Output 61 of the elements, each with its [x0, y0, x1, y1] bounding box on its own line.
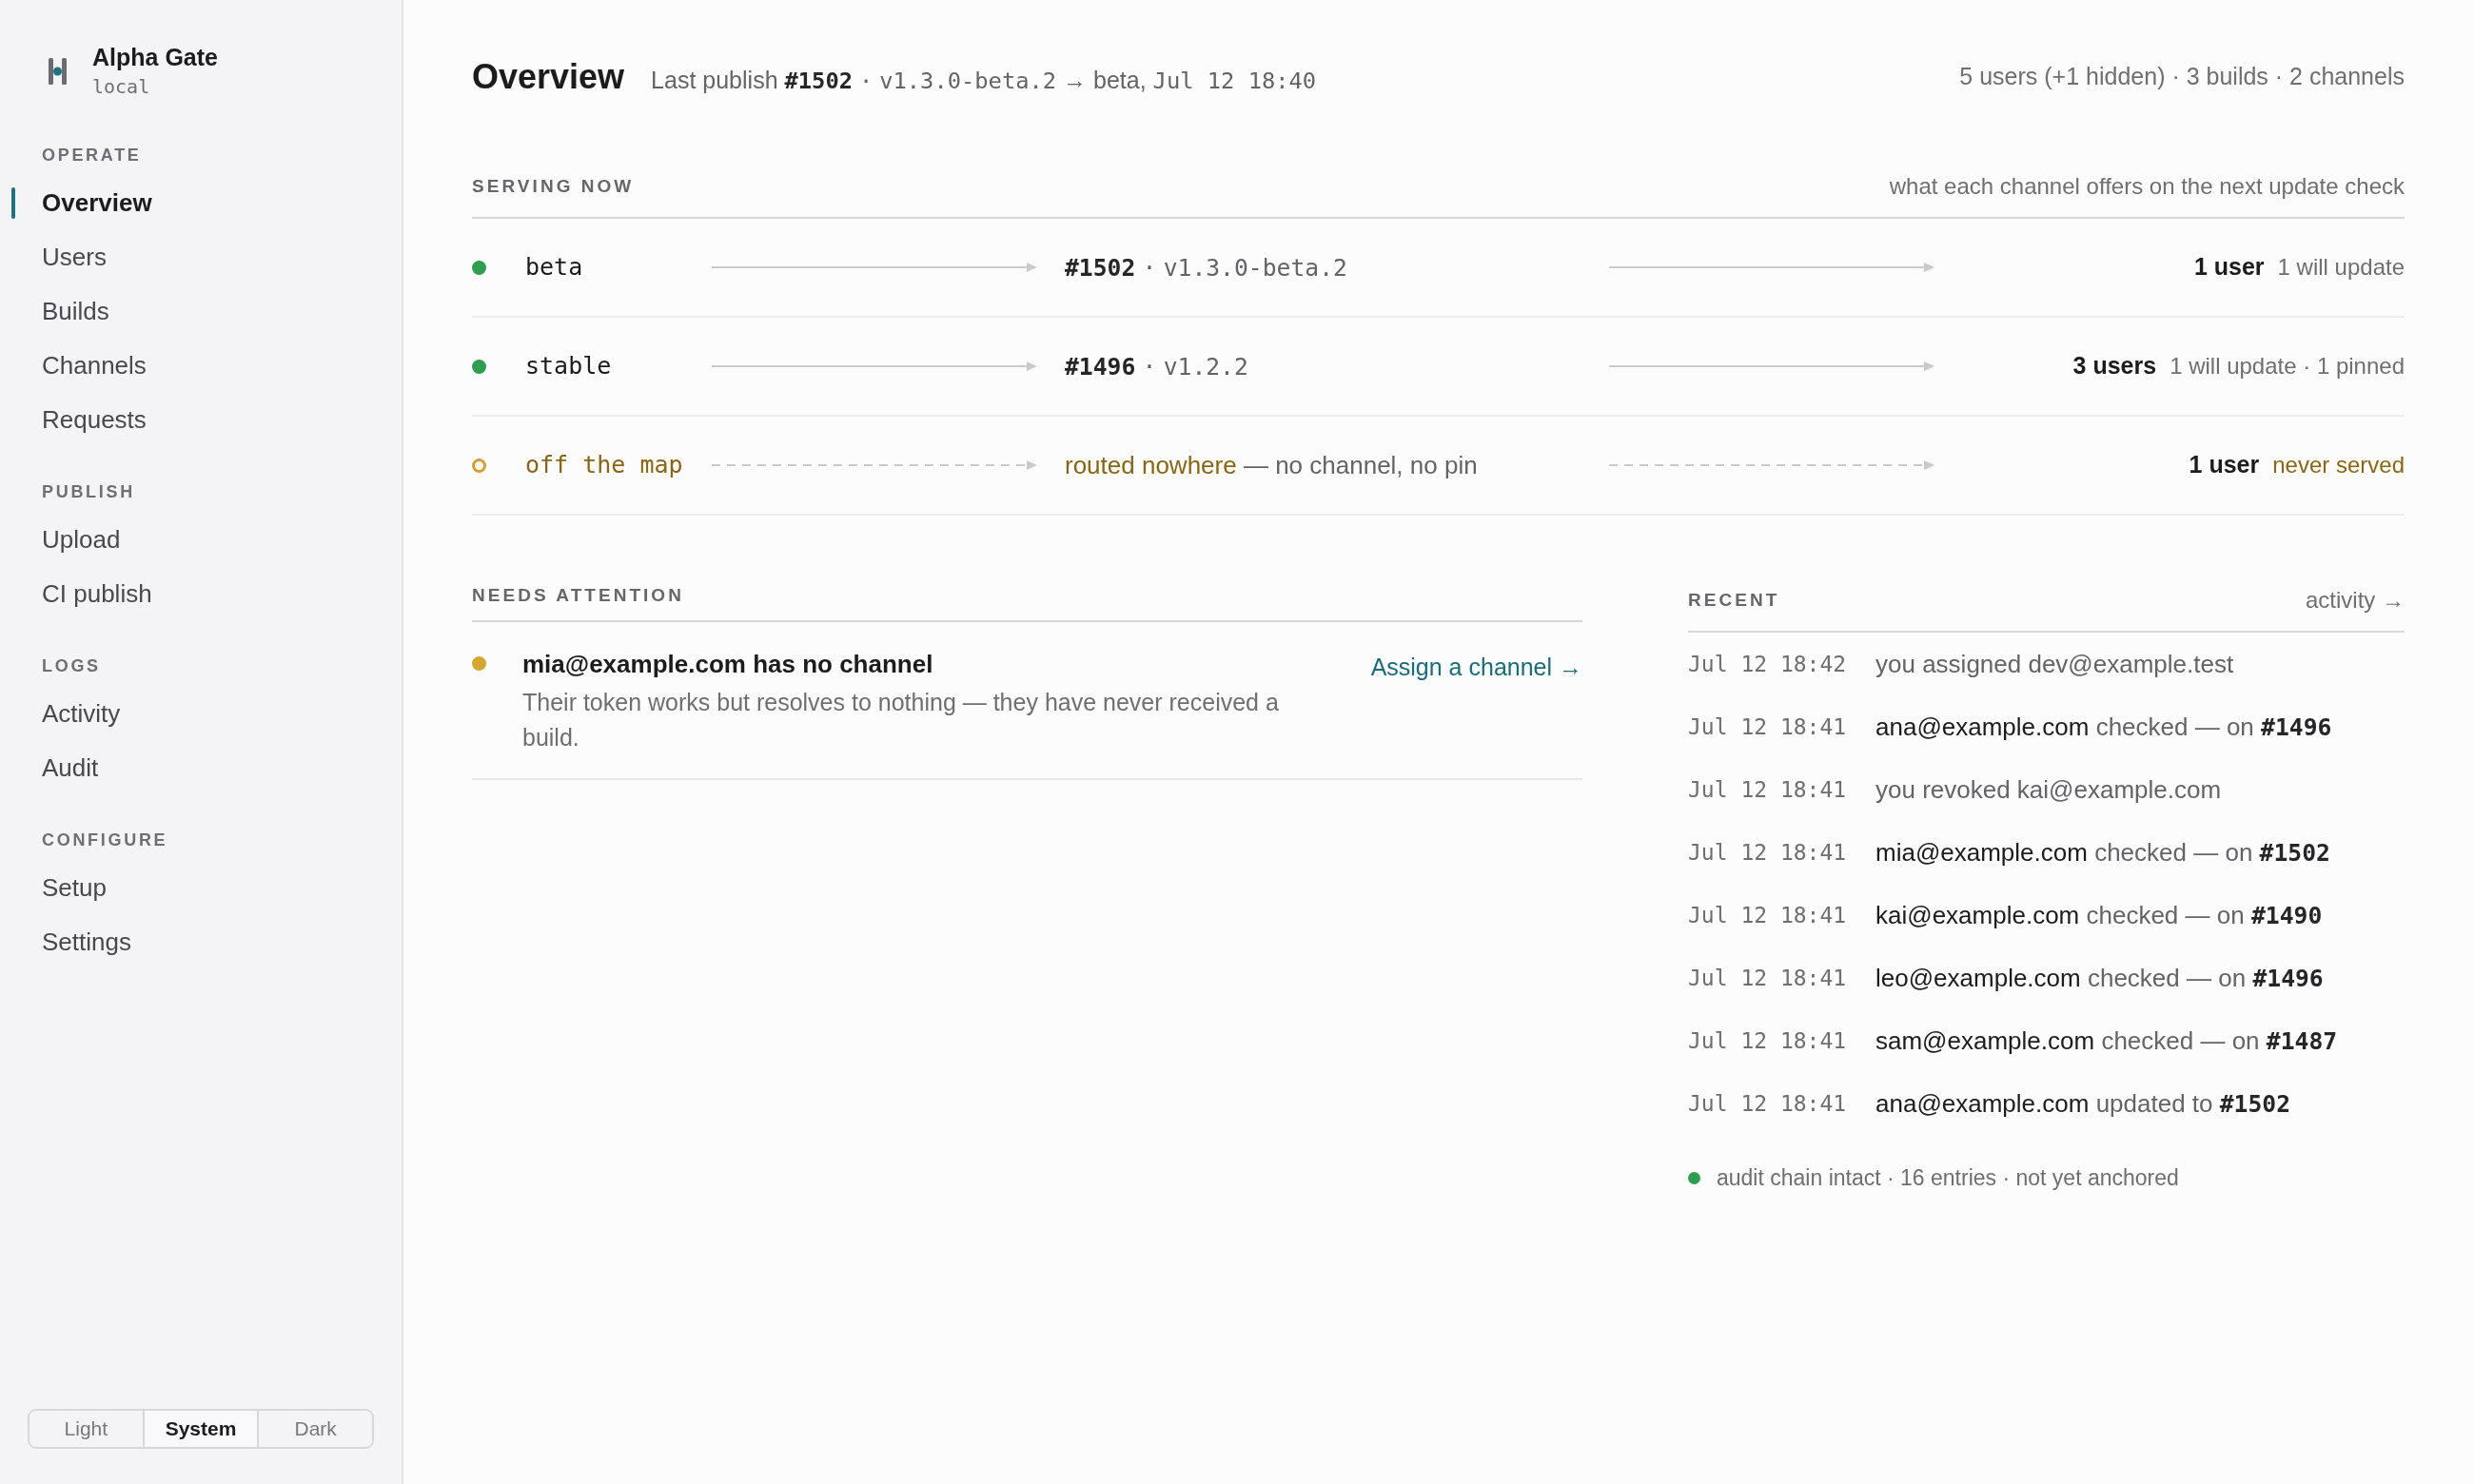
activity-text: ana@example.com checked — on #1496	[1875, 711, 2332, 743]
section-heading: SERVING NOW	[472, 174, 635, 198]
activity-text: sam@example.com checked — on #1487	[1875, 1025, 2338, 1057]
channel-name: off the map	[525, 450, 683, 481]
activity-text: kai@example.com checked — on #1490	[1875, 899, 2323, 931]
section-hint: what each channel offers on the next update check	[1889, 172, 2405, 201]
nav-item[interactable]: Requests	[42, 401, 147, 439]
user-count: 3 users	[2072, 351, 2157, 381]
app-name: Alpha Gate	[92, 43, 218, 71]
nav-item[interactable]: Upload	[42, 521, 121, 558]
update-note: 1 will update · 1 pinned	[2170, 352, 2405, 381]
timestamp: Jul 12 18:41	[1688, 1089, 1847, 1118]
activity-text: mia@example.com checked — on #1502	[1875, 836, 2330, 869]
section-heading: NEEDS ATTENTION	[472, 583, 684, 607]
activity-text: you revoked kai@example.com	[1875, 773, 2222, 806]
timestamp: Jul 12 18:42	[1688, 650, 1847, 678]
timestamp: Jul 12 18:41	[1688, 775, 1847, 804]
audit-status-text: audit chain intact · 16 entries · not yet anchored	[1717, 1164, 2179, 1192]
nav-section-heading: OPERATE	[42, 145, 142, 166]
release-info: #1496 · v1.2.2	[1065, 351, 1248, 381]
nav-item[interactable]: Audit	[42, 750, 99, 787]
release-info: #1502 · v1.3.0-beta.2	[1065, 252, 1347, 282]
section-heading: RECENT	[1688, 588, 1780, 612]
assign-channel-link[interactable]: Assign a channel →	[1370, 650, 1582, 684]
attention-description: Their token works but resolves to nothing — they have never received a build.	[522, 688, 1280, 752]
environment-label: local	[92, 74, 150, 99]
attention-title: mia@example.com has no channel	[522, 649, 933, 680]
timestamp: Jul 12 18:41	[1688, 713, 1847, 741]
last-publish-info: Last publish #1502 · v1.3.0-beta.2 → beta, Jul 12 18:40	[651, 65, 1317, 96]
channel-name: beta	[525, 252, 583, 283]
nav-item[interactable]: Overview	[42, 185, 152, 222]
routing-status: routed nowhere — no channel, no pin	[1065, 450, 1478, 479]
user-count: 1 user	[2193, 252, 2265, 283]
nav-item[interactable]: CI publish	[42, 576, 152, 613]
theme-option-button[interactable]: Dark	[257, 1411, 372, 1447]
timestamp: Jul 12 18:41	[1688, 1026, 1847, 1055]
update-note: 1 will update	[2277, 253, 2405, 283]
summary-text: 5 users (+1 hidden) · 3 builds · 2 channels	[1959, 62, 2405, 92]
nav-item[interactable]: Setup	[42, 869, 107, 907]
timestamp: Jul 12 18:41	[1688, 901, 1847, 929]
nav-section-heading: CONFIGURE	[42, 830, 168, 851]
nav-item[interactable]: Users	[42, 239, 107, 276]
activity-link[interactable]: activity →	[2306, 583, 2405, 617]
nav-section-heading: LOGS	[42, 655, 101, 677]
user-count: 1 user	[2189, 450, 2260, 480]
nav-item[interactable]: Activity	[42, 695, 121, 732]
nav-item[interactable]: Channels	[42, 347, 147, 384]
nav-item[interactable]: Builds	[42, 293, 109, 330]
activity-text: leo@example.com checked — on #1496	[1875, 962, 2324, 994]
timestamp: Jul 12 18:41	[1688, 838, 1847, 867]
channel-name: stable	[525, 351, 612, 382]
activity-text: you assigned dev@example.test	[1875, 648, 2234, 680]
page-title: Overview	[472, 55, 625, 98]
selection-bar-icon	[11, 187, 15, 219]
timestamp: Jul 12 18:41	[1688, 964, 1847, 992]
activity-text: ana@example.com updated to #1502	[1875, 1087, 2291, 1120]
theme-option-button[interactable]: System	[142, 1411, 258, 1447]
brand-logo-icon	[49, 57, 67, 85]
update-note: never served	[2272, 451, 2405, 480]
nav-section-heading: PUBLISH	[42, 481, 135, 503]
nav-item[interactable]: Settings	[42, 924, 131, 961]
